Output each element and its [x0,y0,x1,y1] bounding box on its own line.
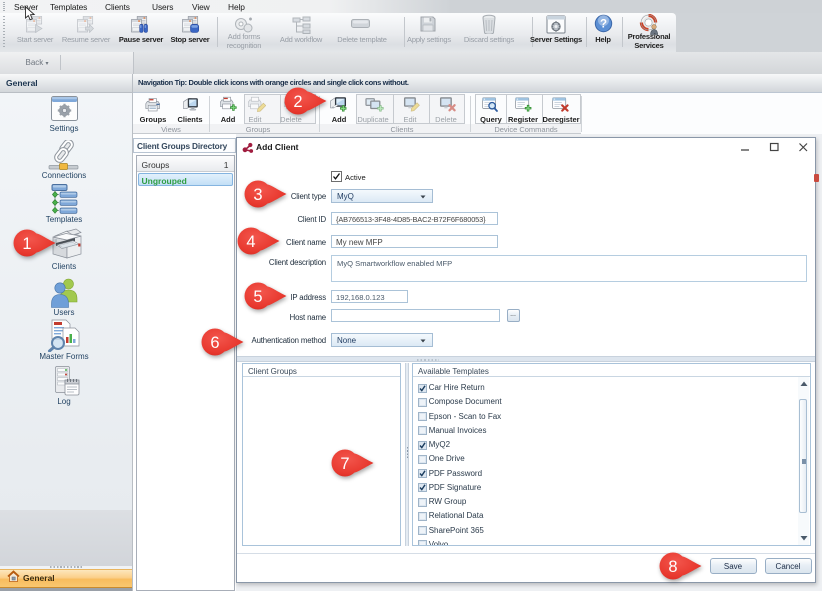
svg-text:7: 7 [340,455,349,473]
svg-text:1: 1 [22,234,31,252]
svg-text:3: 3 [253,186,262,204]
svg-text:8: 8 [668,558,677,576]
svg-text:2: 2 [293,93,302,111]
svg-text:5: 5 [253,288,262,306]
svg-text:6: 6 [210,333,219,351]
svg-text:?: ? [600,19,607,31]
svg-text:4: 4 [246,233,255,251]
